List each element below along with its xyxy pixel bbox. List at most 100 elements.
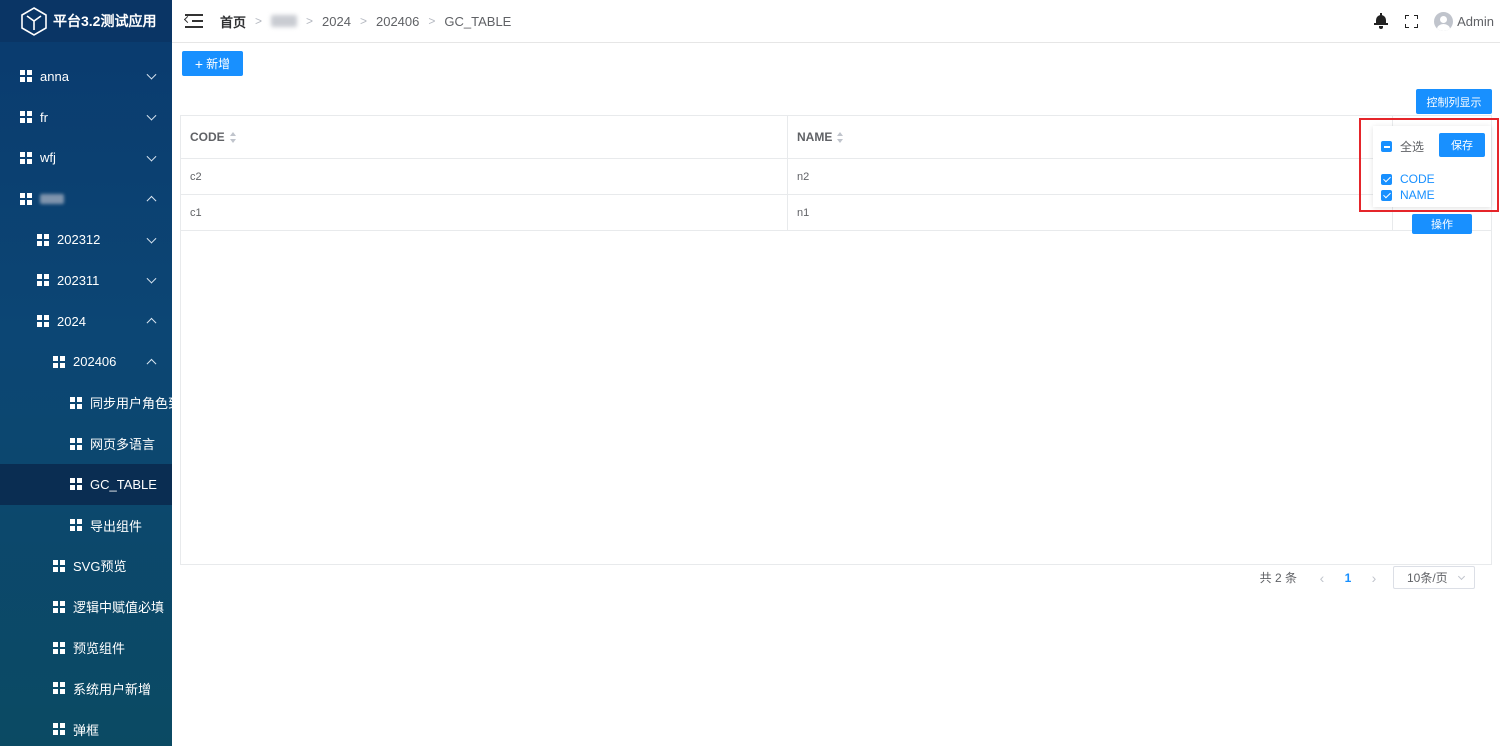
grid-icon — [70, 437, 82, 450]
sidebar-item-202311[interactable]: 202311 — [0, 260, 172, 301]
sidebar-item-svg预览[interactable]: SVG预览 — [0, 546, 172, 587]
grid-icon — [53, 559, 65, 572]
sidebar-item-系统用户新增[interactable]: 系统用户新增 — [0, 668, 172, 709]
sidebar-item-obscured-label — [40, 193, 64, 204]
data-table: CODE NAME c2 n2 c1 n1 操作 — [180, 115, 1492, 565]
prev-page-icon[interactable]: ‹ — [1311, 570, 1333, 586]
page-number[interactable]: 1 — [1333, 571, 1363, 585]
chevron-down-icon — [146, 110, 157, 121]
sidebar-item-gc-table[interactable]: GC_TABLE — [0, 463, 172, 505]
sidebar-item-导出组件[interactable]: 导出组件 — [0, 505, 172, 546]
sidebar-item-label: SVG预览 — [73, 559, 127, 575]
cell-name: n1 — [788, 195, 1393, 230]
sidebar-item-label: GC_TABLE — [90, 476, 157, 492]
column-header-name[interactable]: NAME — [788, 116, 1393, 158]
sidebar-item-label: 202312 — [57, 232, 101, 248]
sidebar-item-obscured[interactable] — [0, 178, 172, 219]
chevron-down-icon — [146, 233, 157, 244]
column-header-code[interactable]: CODE — [181, 116, 788, 158]
chevron-down-icon — [146, 151, 157, 162]
add-button[interactable]: + 新增 — [182, 51, 243, 76]
sidebar-item-label: 系统用户新增 — [73, 681, 152, 697]
breadcrumb-separator-icon: > — [359, 14, 367, 28]
breadcrumb-item-2024[interactable]: 2024 — [322, 14, 351, 29]
sidebar-item-label: 弹框 — [73, 722, 100, 738]
sort-icon[interactable] — [837, 131, 844, 143]
grid-icon — [53, 723, 65, 736]
sidebar-item-label: 预览组件 — [73, 641, 126, 657]
sidebar-item-网页多语言[interactable]: 网页多语言 — [0, 423, 172, 464]
grid-icon — [20, 151, 32, 164]
grid-icon — [37, 233, 49, 246]
chevron-down-icon — [146, 274, 157, 284]
cell-name: n2 — [788, 159, 1393, 194]
cell-code: c2 — [181, 159, 788, 194]
breadcrumb-item-202406[interactable]: 202406 — [376, 14, 419, 29]
sidebar-item-label: anna — [40, 68, 69, 84]
sidebar-item-label: fr — [40, 109, 48, 125]
sidebar-item-label: 2024 — [57, 313, 86, 329]
breadcrumb-home[interactable]: 首页 — [220, 12, 246, 31]
sidebar-item-anna[interactable]: anna — [0, 56, 172, 97]
sidebar-item-202406[interactable]: 202406 — [0, 342, 172, 383]
breadcrumb-separator-icon: > — [428, 14, 436, 28]
table-row: c1 n1 操作 — [181, 195, 1491, 234]
top-header: 首页 > > 2024 > 202406 > GC_TABLE Admin — [172, 0, 1500, 43]
plus-icon: + — [194, 55, 204, 72]
sort-icon[interactable] — [229, 131, 237, 143]
grid-icon — [20, 111, 32, 124]
operation-button[interactable]: 操作 — [1412, 213, 1472, 234]
bell-icon[interactable] — [1374, 13, 1389, 29]
page-size-value: 10条/页 — [1407, 571, 1448, 585]
table-header: CODE NAME — [181, 116, 1491, 159]
grid-icon — [37, 274, 49, 287]
app-title: 平台3.2测试应用 — [53, 13, 157, 29]
sidebar-item-label: 同步用户角色到 — [90, 396, 172, 412]
cube-logo-icon — [21, 7, 47, 36]
column-toggle-button[interactable]: 控制列显示 — [1416, 89, 1492, 114]
sidebar-item-label: 导出组件 — [90, 518, 143, 534]
pagination: 共 2 条 ‹ 1 › 10条/页 — [1260, 566, 1475, 589]
sidebar-item-label: 202311 — [57, 272, 100, 288]
sidebar-menu: anna fr wfj 202312 202311 2024 202406 同步用户角色到网页… — [0, 42, 172, 746]
chevron-up-icon — [146, 358, 157, 369]
chevron-down-icon — [146, 70, 157, 80]
grid-icon — [20, 70, 32, 83]
grid-icon — [70, 519, 82, 532]
pagination-total: 共 2 条 — [1259, 571, 1297, 585]
sidebar-item-label: 逻辑中赋值必填 — [73, 600, 165, 616]
grid-icon — [37, 315, 49, 328]
logo[interactable]: 平台3.2测试应用 — [0, 0, 172, 42]
grid-icon — [70, 396, 82, 409]
breadcrumb: 首页 > > 2024 > 202406 > GC_TABLE — [220, 12, 511, 31]
add-button-label: 新增 — [206, 57, 231, 71]
column-header-label: NAME — [797, 130, 833, 144]
breadcrumb-obscured-item[interactable] — [271, 15, 298, 27]
breadcrumb-separator-icon: > — [255, 14, 263, 28]
sidebar-item-弹框[interactable]: 弹框 — [0, 709, 172, 746]
sidebar-item-预览组件[interactable]: 预览组件 — [0, 627, 172, 668]
collapse-menu-icon[interactable] — [183, 14, 203, 28]
cell-code: c1 — [181, 195, 788, 230]
grid-icon — [53, 355, 65, 368]
sidebar-item-label: wfj — [40, 150, 56, 166]
breadcrumb-item-current: GC_TABLE — [444, 13, 512, 29]
page-size-select[interactable]: 10条/页 — [1393, 566, 1475, 589]
user-name[interactable]: Admin — [1457, 14, 1494, 29]
fullscreen-icon[interactable] — [1405, 14, 1419, 28]
table-row: c2 n2 — [181, 159, 1491, 195]
table-body: c2 n2 c1 n1 操作 — [181, 159, 1491, 234]
sidebar-item-fr[interactable]: fr — [0, 97, 172, 138]
header-actions: Admin — [1374, 11, 1500, 31]
sidebar-item-同步用户角色到[interactable]: 同步用户角色到 — [0, 382, 172, 423]
breadcrumb-separator-icon: > — [306, 14, 314, 28]
chevron-up-icon — [146, 317, 157, 328]
sidebar-item-202312[interactable]: 202312 — [0, 219, 172, 260]
next-page-icon[interactable]: › — [1363, 570, 1385, 586]
avatar[interactable] — [1434, 11, 1454, 31]
sidebar-item-逻辑中赋值必填[interactable]: 逻辑中赋值必填 — [0, 586, 172, 627]
sidebar-item-wfj[interactable]: wfj — [0, 138, 172, 179]
grid-icon — [53, 682, 65, 695]
sidebar-item-2024[interactable]: 2024 — [0, 301, 172, 342]
sidebar: 平台3.2测试应用 anna fr wfj 202312 202311 2024 20240… — [0, 0, 172, 746]
